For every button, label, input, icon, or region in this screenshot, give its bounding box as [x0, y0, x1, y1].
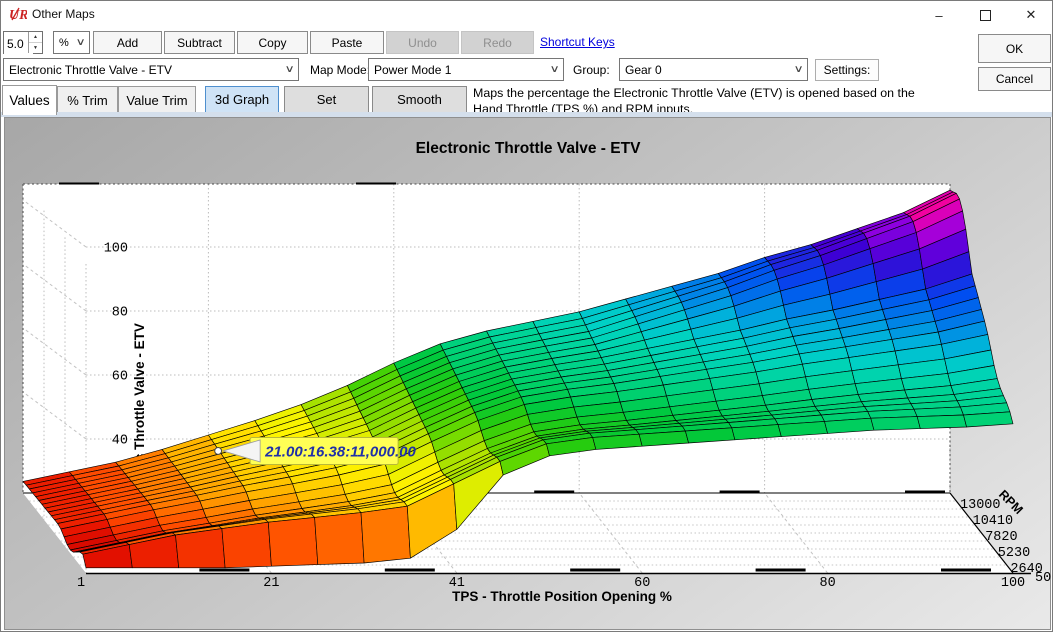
copy-button[interactable]: Copy	[237, 31, 308, 54]
set-button[interactable]: Set	[284, 86, 369, 113]
subtract-button[interactable]: Subtract	[164, 31, 235, 54]
map-mode-label: Map Mode:	[310, 63, 370, 77]
group-label: Group:	[573, 63, 610, 77]
map-select-combobox[interactable]: Electronic Throttle Valve - ETV ∨	[3, 58, 299, 81]
group-value: Gear 0	[625, 63, 662, 77]
tab-values[interactable]: Values	[2, 85, 57, 115]
tab-pct-trim[interactable]: % Trim	[57, 86, 118, 114]
description-line1: Maps the percentage the Electronic Throt…	[473, 86, 983, 102]
y-tick-label: 60	[112, 370, 128, 385]
add-button[interactable]: Add	[93, 31, 162, 54]
unit-combobox[interactable]: % ∨	[53, 31, 90, 54]
chevron-down-icon: ∨	[549, 64, 559, 75]
chevron-down-icon: ∨	[75, 37, 85, 48]
spin-down-icon[interactable]: ▼	[29, 43, 42, 53]
chart-title: Electronic Throttle Valve - ETV	[416, 140, 641, 157]
map-selected-value: Electronic Throttle Valve - ETV	[9, 63, 172, 77]
chevron-down-icon: ∨	[284, 64, 294, 75]
3d-surface-chart[interactable]: 4060801001214160801005026405230782010410…	[4, 117, 1051, 630]
settings-button[interactable]: Settings:	[815, 59, 879, 81]
y-tick-label: 80	[112, 306, 128, 321]
chevron-down-icon: ∨	[793, 64, 803, 75]
maximize-button[interactable]	[962, 1, 1008, 29]
x-tick-label: 21	[263, 576, 279, 591]
step-value-spinner[interactable]: ▲ ▼	[3, 31, 43, 54]
rpm-tick-label: 2640	[1010, 562, 1042, 577]
other-maps-window: UR Other Maps – ✕ ▲ ▼ % ∨ Add Subtract C…	[0, 0, 1053, 632]
ok-button[interactable]: OK	[978, 34, 1051, 63]
unit-value: %	[59, 37, 69, 49]
tab-value-trim[interactable]: Value Trim	[118, 86, 196, 114]
x-tick-label: 1	[77, 576, 85, 591]
rpm-tick-label: 10410	[973, 514, 1014, 529]
spin-up-icon[interactable]: ▲	[29, 32, 42, 43]
rpm-tick-label: 13000	[960, 498, 1001, 513]
app-logo-icon: UR	[9, 6, 27, 22]
x-axis-title: TPS - Throttle Position Opening %	[452, 589, 672, 604]
undo-button[interactable]: Undo	[386, 31, 459, 54]
map-mode-value: Power Mode 1	[374, 63, 451, 77]
x-tick-label: 80	[819, 576, 835, 591]
shortcut-keys-link[interactable]: Shortcut Keys	[540, 35, 615, 49]
tooltip-marker	[215, 448, 222, 455]
y-tick-label: 100	[104, 242, 128, 257]
map-mode-combobox[interactable]: Power Mode 1 ∨	[368, 58, 564, 81]
titlebar: UR Other Maps – ✕	[1, 1, 1052, 28]
close-button[interactable]: ✕	[1008, 1, 1053, 29]
y-tick-label: 40	[112, 434, 128, 449]
x-tick-label: 100	[1001, 576, 1025, 591]
minimize-button[interactable]: –	[916, 1, 962, 29]
paste-button[interactable]: Paste	[310, 31, 384, 54]
window-title: Other Maps	[32, 7, 95, 21]
smooth-button[interactable]: Smooth	[372, 86, 467, 113]
group-combobox[interactable]: Gear 0 ∨	[619, 58, 808, 81]
tooltip-text: 21.00:16.38:11,000.00	[264, 443, 416, 460]
maximize-icon	[980, 10, 991, 21]
3d-graph-button[interactable]: 3d Graph	[205, 86, 279, 113]
rpm-tick-label: 5230	[998, 546, 1030, 561]
redo-button[interactable]: Redo	[461, 31, 534, 54]
rpm-tick-label: 7820	[985, 530, 1017, 545]
cancel-button[interactable]: Cancel	[978, 67, 1051, 91]
